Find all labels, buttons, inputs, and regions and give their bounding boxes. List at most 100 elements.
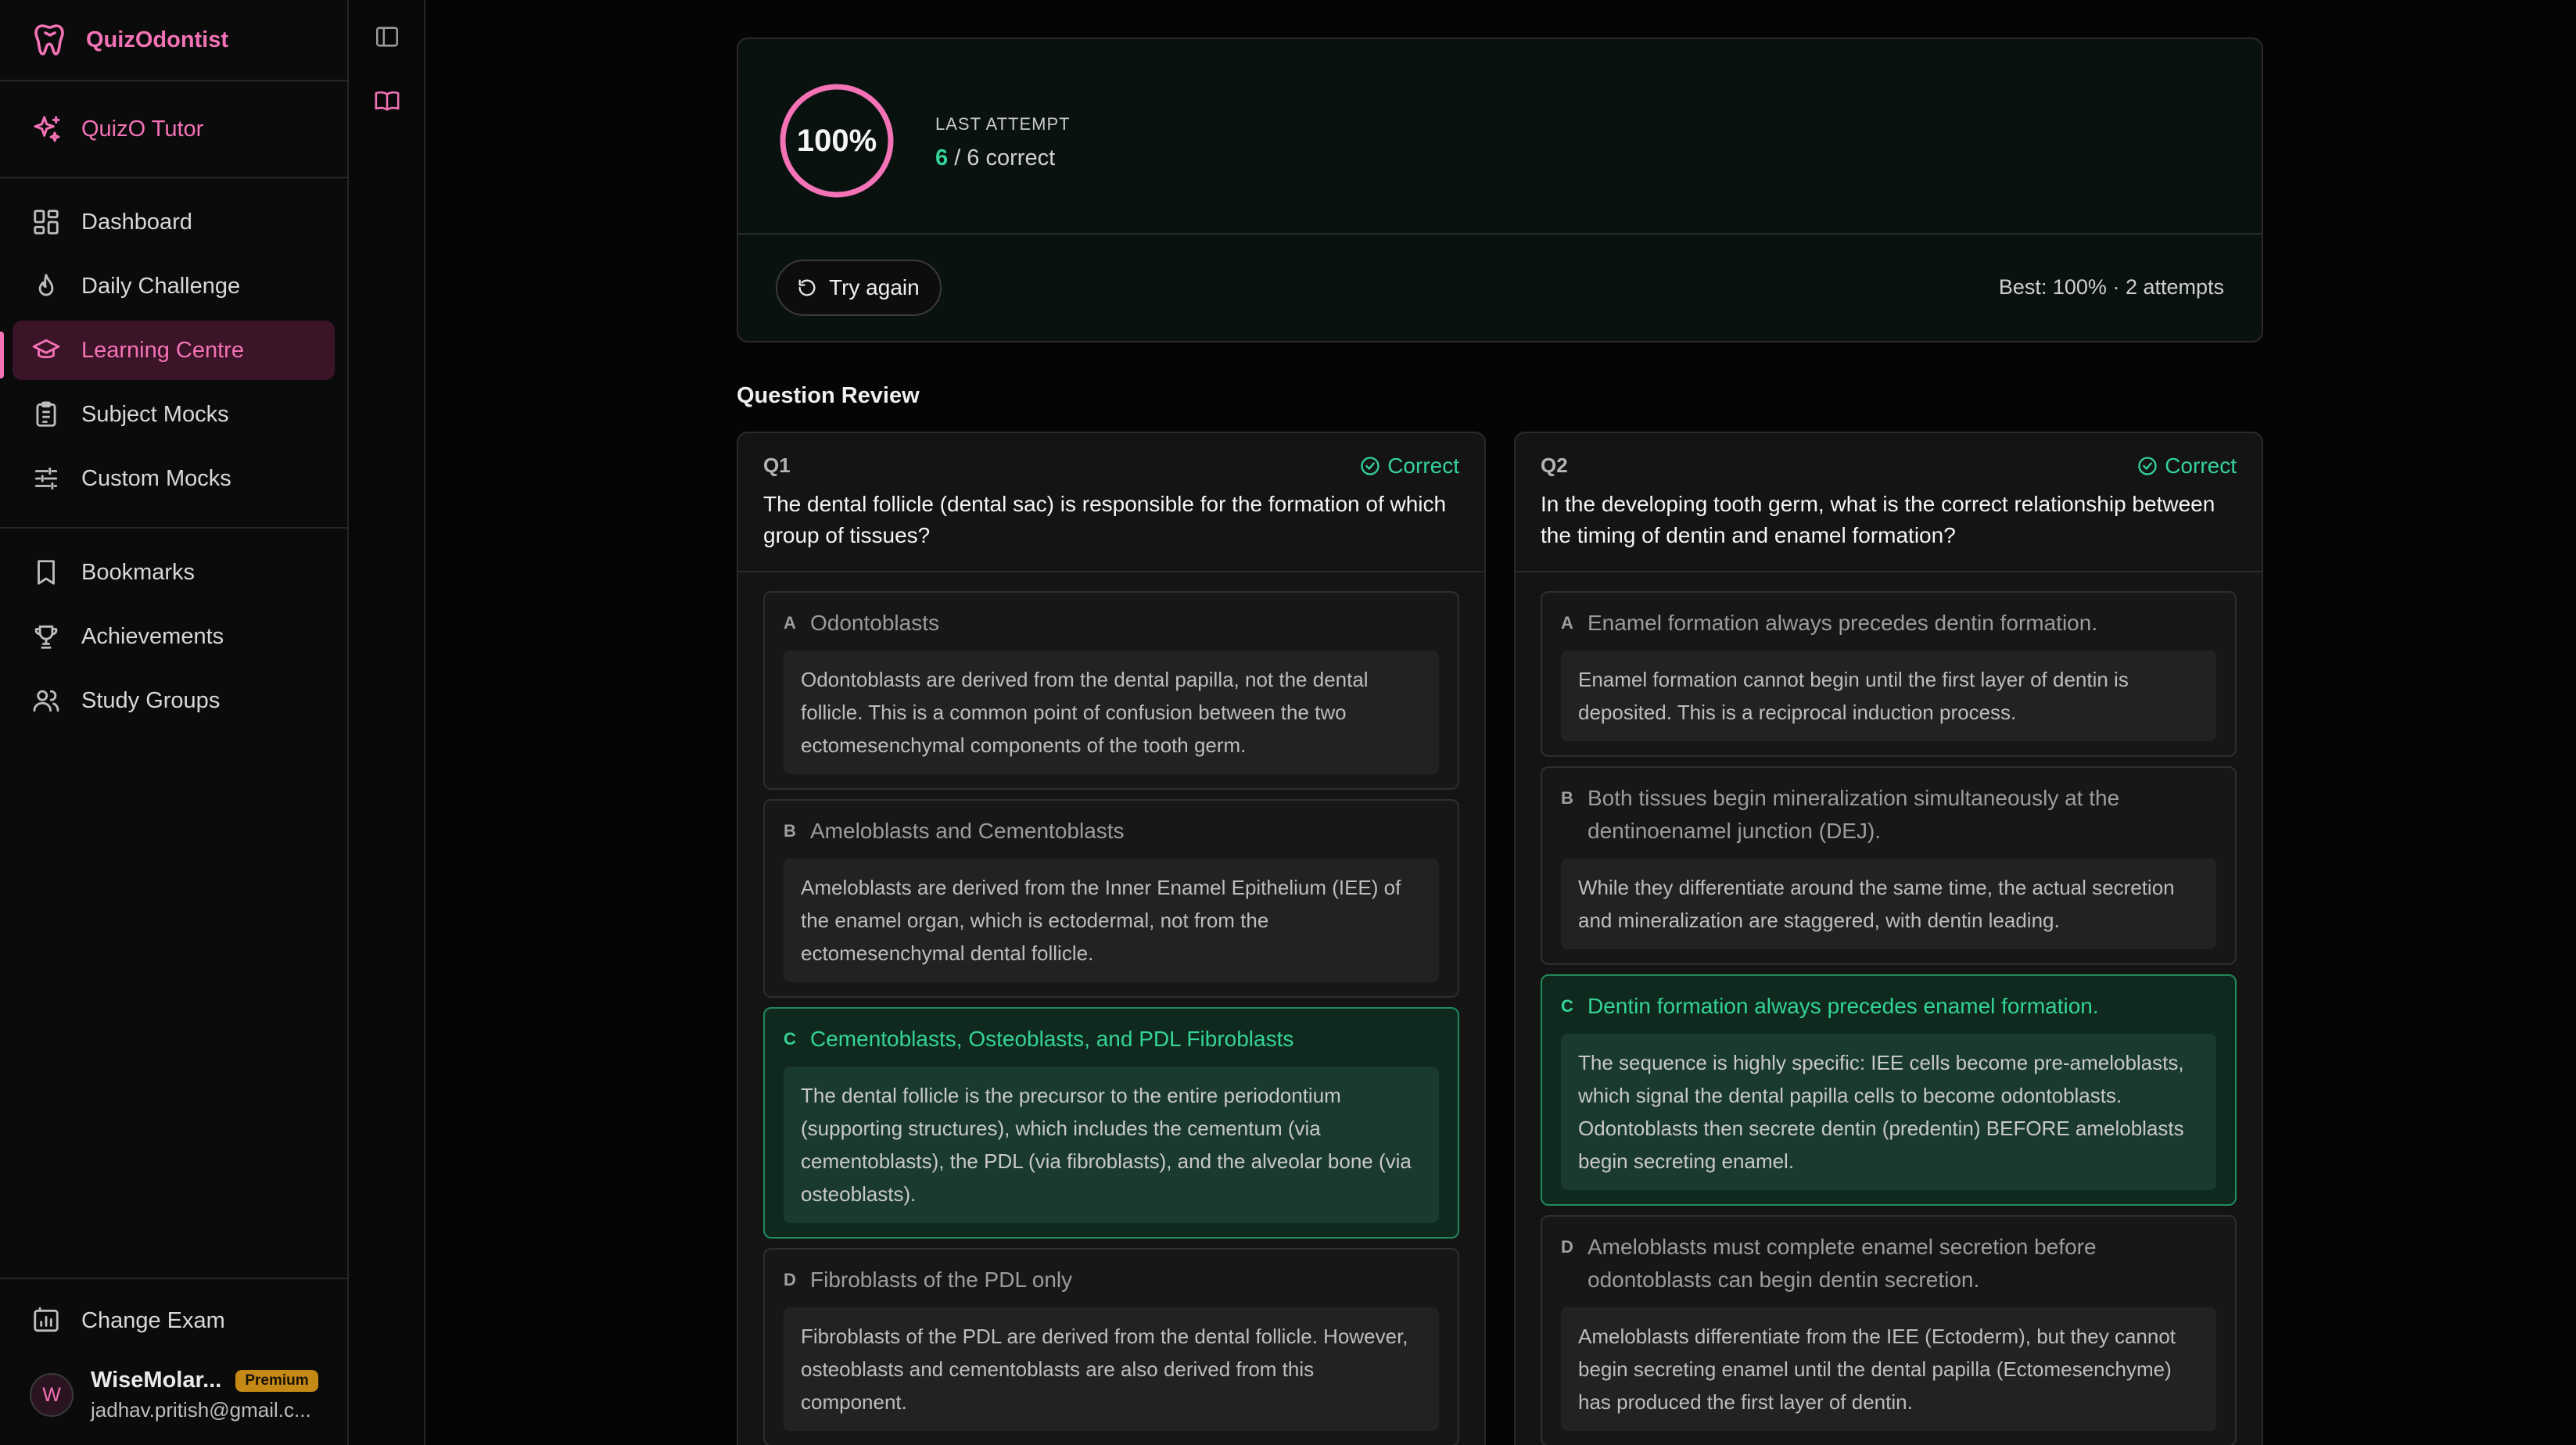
- sidebar-item-label: Learning Centre: [81, 337, 244, 363]
- option-d: D Fibroblasts of the PDL only Fibroblasts…: [763, 1248, 1459, 1445]
- tutor-label: QuizO Tutor: [81, 116, 204, 142]
- sidebar-item-label: Study Groups: [81, 687, 221, 713]
- main-content: 100% LAST ATTEMPT 6 / 6 correct Try agai…: [425, 0, 2576, 1445]
- option-text: Cementoblasts, Osteoblasts, and PDL Fibr…: [810, 1027, 1294, 1051]
- correct-count: 6: [935, 145, 949, 170]
- sidebar-item-label: Achievements: [81, 623, 224, 649]
- sidebar-item-achievements[interactable]: Achievements: [13, 607, 335, 666]
- secondary-nav: Bookmarks Achievements Study Groups: [0, 529, 347, 749]
- try-again-label: Try again: [829, 275, 920, 299]
- option-letter: D: [1561, 1237, 1573, 1257]
- avatar: W: [30, 1373, 74, 1417]
- main-nav: Dashboard Daily Challenge Learning Centr…: [0, 178, 347, 529]
- question-card-q1: Q1 Correct The dental follicle (dental s…: [737, 432, 1486, 1445]
- option-letter: B: [1561, 788, 1573, 808]
- premium-badge: Premium: [235, 1369, 318, 1392]
- user-name: WiseMolar...: [91, 1368, 222, 1393]
- question-card-q2: Q2 Correct In the developing tooth germ,…: [1514, 432, 2263, 1445]
- option-text: Fibroblasts of the PDL only: [810, 1268, 1073, 1292]
- option-letter: C: [784, 1029, 796, 1049]
- option-letter: A: [1561, 613, 1573, 633]
- try-again-button[interactable]: Try again: [776, 260, 942, 316]
- option-letter: C: [1561, 996, 1573, 1016]
- option-explanation: Ameloblasts are derived from the Inner E…: [784, 859, 1439, 982]
- question-review-title: Question Review: [737, 383, 920, 408]
- sidebar-item-label: Custom Mocks: [81, 465, 231, 491]
- sparkles-icon: [34, 116, 60, 142]
- option-text: Enamel formation always precedes dentin …: [1588, 611, 2098, 635]
- sidebar-item-custom-mocks[interactable]: Custom Mocks: [13, 449, 335, 508]
- best-score: Best: 100% · 2 attempts: [1998, 275, 2224, 299]
- option-b: B Ameloblasts and Cementoblasts Ameloblas…: [763, 799, 1459, 998]
- last-attempt-score: 6 / 6 correct: [935, 145, 1055, 171]
- option-letter: D: [784, 1270, 796, 1289]
- option-explanation: Ameloblasts differentiate from the IEE (…: [1561, 1307, 2216, 1431]
- status-badge: Correct: [1359, 454, 1459, 479]
- users-icon: [33, 690, 59, 712]
- sidebar-item-label: Daily Challenge: [81, 273, 241, 299]
- trophy-icon: [34, 625, 58, 649]
- brand[interactable]: QuizOdontist: [0, 0, 347, 81]
- question-number: Q2: [1541, 454, 1568, 477]
- option-b: B Both tissues begin mineralization simul…: [1541, 766, 2237, 965]
- graduation-cap-icon: [32, 339, 60, 359]
- sidebar-item-bookmarks[interactable]: Bookmarks: [13, 543, 335, 602]
- option-text: Ameloblasts and Cementoblasts: [810, 819, 1125, 843]
- sidebar-item-subject-mocks[interactable]: Subject Mocks: [13, 385, 335, 444]
- last-attempt-label: LAST ATTEMPT: [935, 114, 1071, 134]
- option-explanation: Odontoblasts are derived from the dental…: [784, 651, 1439, 774]
- check-circle-icon: [2138, 457, 2157, 475]
- tooth-logo-icon: [34, 24, 64, 56]
- status-label: Correct: [2165, 454, 2237, 478]
- score-percent: 100%: [796, 123, 877, 158]
- option-letter: A: [784, 613, 796, 633]
- sidebar-item-label: Bookmarks: [81, 559, 196, 585]
- status-badge: Correct: [2137, 454, 2237, 479]
- app-root: QuizOdontist QuizO Tutor Dashboard Daily…: [0, 0, 2576, 1445]
- quizo-tutor-link[interactable]: QuizO Tutor: [0, 81, 347, 178]
- option-text: Ameloblasts must complete enamel secreti…: [1588, 1235, 2097, 1292]
- question-number: Q1: [763, 454, 791, 477]
- sidebar-item-learning-centre[interactable]: Learning Centre: [13, 321, 335, 380]
- total-text: / 6 correct: [948, 145, 1056, 170]
- bookmark-icon: [38, 560, 55, 585]
- option-a: A Odontoblasts Odontoblasts are derived f…: [763, 591, 1459, 790]
- option-explanation: The sequence is highly specific: IEE cel…: [1561, 1034, 2216, 1190]
- sidebar-item-dashboard[interactable]: Dashboard: [13, 192, 335, 252]
- sidebar-item-study-groups[interactable]: Study Groups: [13, 671, 335, 730]
- user-email: jadhav.pritish@gmail.c...: [91, 1398, 311, 1422]
- option-explanation: Fibroblasts of the PDL are derived from …: [784, 1307, 1439, 1431]
- clipboard-icon: [36, 401, 56, 427]
- retry-icon: [798, 279, 816, 296]
- question-text: The dental follicle (dental sac) is resp…: [763, 492, 1447, 547]
- sidebar: QuizOdontist QuizO Tutor Dashboard Daily…: [0, 0, 349, 1445]
- option-text: Dentin formation always precedes enamel …: [1588, 994, 2099, 1018]
- option-letter: B: [784, 821, 796, 841]
- option-text: Both tissues begin mineralization simult…: [1588, 786, 2120, 843]
- change-exam-label: Change Exam: [81, 1307, 225, 1333]
- book-open-icon[interactable]: [374, 88, 400, 114]
- sidebar-item-label: Dashboard: [81, 209, 192, 235]
- option-explanation: While they differentiate around the same…: [1561, 859, 2216, 949]
- option-explanation: The dental follicle is the precursor to …: [784, 1067, 1439, 1223]
- question-text: In the developing tooth germ, what is th…: [1541, 492, 2215, 547]
- sidebar-item-label: Subject Mocks: [81, 401, 229, 427]
- sliders-icon: [34, 467, 58, 490]
- panel-toggle-icon[interactable]: [374, 23, 400, 50]
- score-card: 100% LAST ATTEMPT 6 / 6 correct Try agai…: [737, 38, 2263, 342]
- check-circle-icon: [1361, 457, 1379, 475]
- exam-chart-icon: [34, 1307, 59, 1332]
- change-exam-button[interactable]: Change Exam: [13, 1295, 335, 1346]
- option-explanation: Enamel formation cannot begin until the …: [1561, 651, 2216, 741]
- sidebar-footer: Change Exam W WiseMolar... Premium jadha…: [0, 1278, 347, 1445]
- user-profile[interactable]: W WiseMolar... Premium jadhav.pritish@gm…: [13, 1357, 335, 1432]
- option-d: D Ameloblasts must complete enamel secret…: [1541, 1215, 2237, 1445]
- app-name: QuizOdontist: [86, 27, 229, 52]
- option-a: A Enamel formation always precedes dentin…: [1541, 591, 2237, 757]
- option-c-correct: C Cementoblasts, Osteoblasts, and PDL Fib…: [763, 1007, 1459, 1239]
- option-c-correct: C Dentin formation always precedes enamel…: [1541, 974, 2237, 1206]
- side-rail: [349, 0, 425, 1445]
- dashboard-icon: [34, 210, 59, 235]
- option-text: Odontoblasts: [810, 611, 939, 635]
- sidebar-item-daily-challenge[interactable]: Daily Challenge: [13, 256, 335, 316]
